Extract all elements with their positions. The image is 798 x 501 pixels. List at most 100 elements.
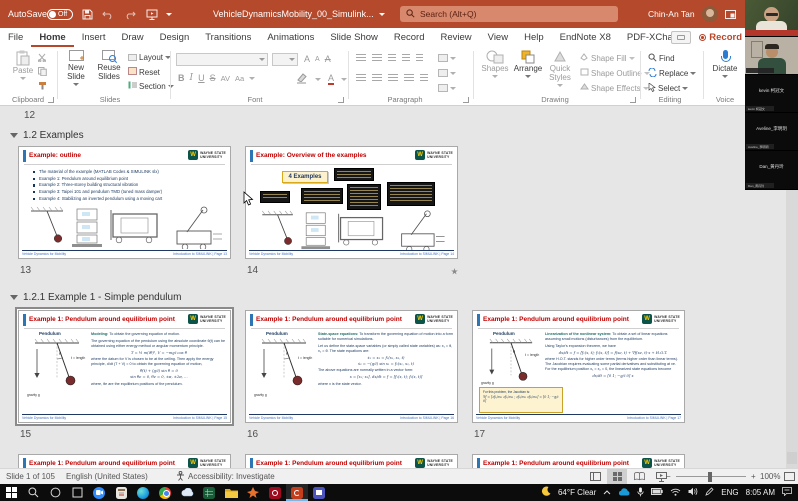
weather-text[interactable]: 64°F Clear (558, 488, 596, 497)
avatar[interactable] (702, 0, 718, 28)
bullets-icon[interactable] (356, 54, 366, 62)
acrobat-button[interactable] (264, 484, 286, 501)
participant-video-tile[interactable] (745, 0, 798, 37)
search-bar[interactable] (400, 6, 618, 22)
redo-icon[interactable] (124, 0, 136, 28)
document-title[interactable]: VehicleDynamicsMobility_00_Simulink... (213, 0, 385, 28)
language-status[interactable]: English (United States) (66, 469, 148, 484)
copy-button[interactable] (38, 67, 47, 76)
indent-decrease-icon[interactable] (388, 54, 396, 62)
undo-icon[interactable] (102, 0, 114, 28)
task-view-button[interactable] (66, 484, 88, 501)
change-case-button[interactable]: Aa (235, 74, 244, 83)
zoom-slider-thumb[interactable] (708, 472, 712, 482)
clipboard-dialog-launcher[interactable] (48, 97, 54, 103)
powerpoint-button[interactable] (286, 484, 308, 501)
battery-icon[interactable] (651, 488, 663, 497)
shrink-font-button[interactable]: A (315, 56, 320, 63)
align-text-button[interactable] (438, 69, 456, 77)
drawing-dialog-launcher[interactable] (630, 97, 636, 103)
slide-thumbnail-13[interactable]: Example: outline W WAYNE STATEUNIVERSITY… (18, 146, 231, 259)
pen-icon[interactable] (705, 487, 714, 498)
section-header-example1[interactable]: 1.2.1 Example 1 - Simple pendulum (10, 292, 181, 303)
autosave-toggle[interactable]: Off (47, 0, 73, 28)
participant-audio-tile[interactable]: Aveline_李明玥 Aveline_李明玥 (745, 113, 798, 151)
highlight-pen-icon[interactable] (296, 73, 308, 86)
start-button[interactable] (0, 484, 22, 501)
find-button[interactable]: Find (648, 53, 675, 64)
tray-expand-chevron[interactable] (603, 488, 611, 497)
participant-video-tile[interactable] (745, 37, 798, 75)
excel-button[interactable] (198, 484, 220, 501)
slide-thumbnail-16[interactable]: Example 1: Pendulum around equilibrium p… (245, 310, 458, 423)
tab-review[interactable]: Review (433, 28, 480, 47)
tab-insert[interactable]: Insert (74, 28, 114, 47)
tab-transitions[interactable]: Transitions (197, 28, 259, 47)
strikethrough-button[interactable]: S (210, 73, 216, 83)
bold-button[interactable]: B (178, 73, 185, 83)
reset-button[interactable]: Reset (128, 67, 160, 77)
clock[interactable]: 8:05 AM (746, 488, 775, 497)
zoom-in-button[interactable]: + (751, 469, 756, 484)
paragraph-dialog-launcher[interactable] (463, 97, 469, 103)
file-explorer-button[interactable] (220, 484, 242, 501)
teams-button[interactable] (308, 484, 330, 501)
paste-button[interactable]: Paste (8, 50, 38, 80)
zoom-out-button[interactable]: − (666, 469, 671, 484)
dictate-button[interactable]: Dictate (708, 50, 742, 78)
indent-increase-icon[interactable] (402, 54, 410, 62)
slide-thumbnail-20[interactable]: Example 1: Pendulum around equilibrium p… (472, 454, 685, 468)
zoom-slider[interactable] (676, 469, 746, 484)
normal-view-button[interactable] (585, 469, 605, 484)
slide-thumbnail-17[interactable]: Example 1: Pendulum around equilibrium p… (472, 310, 685, 423)
tab-endnote[interactable]: EndNote X8 (552, 28, 619, 47)
matlab-button[interactable] (242, 484, 264, 501)
tab-draw[interactable]: Draw (113, 28, 151, 47)
replace-button[interactable]: Replace (648, 68, 696, 79)
font-name-select[interactable] (176, 53, 268, 66)
taskbar-search-button[interactable] (22, 484, 44, 501)
toolbar-options-caret[interactable] (166, 0, 172, 28)
tab-slide-show[interactable]: Slide Show (322, 28, 386, 47)
user-name[interactable]: Chin-An Tan (648, 0, 695, 28)
align-center-icon[interactable] (372, 74, 382, 82)
font-color-icon[interactable]: A (328, 74, 334, 85)
participant-audio-tile[interactable]: kevin 柯冠文 kevin 柯冠文 (745, 75, 798, 113)
underline-button[interactable]: U (198, 73, 205, 83)
slide-thumbnail-18[interactable]: Example 1: Pendulum around equilibrium p… (18, 454, 231, 468)
font-size-select[interactable] (272, 53, 298, 66)
comments-button[interactable] (671, 31, 691, 44)
tab-record[interactable]: Record (386, 28, 433, 47)
section-button[interactable]: Section (128, 81, 174, 91)
numbering-icon[interactable] (372, 54, 382, 62)
line-spacing-icon[interactable] (416, 54, 423, 62)
edge-button[interactable] (132, 484, 154, 501)
accessibility-status[interactable]: Accessibility: Investigate (176, 469, 275, 484)
format-painter-button[interactable] (38, 81, 48, 90)
align-right-icon[interactable] (388, 74, 398, 82)
italic-button[interactable]: I (190, 73, 194, 83)
input-language[interactable]: ENG (721, 488, 738, 497)
chrome-button[interactable] (154, 484, 176, 501)
microphone-tray-icon[interactable] (637, 487, 644, 499)
wifi-icon[interactable] (670, 488, 681, 498)
font-dialog-launcher[interactable] (338, 97, 344, 103)
tab-animations[interactable]: Animations (259, 28, 322, 47)
tab-file[interactable]: File (0, 28, 31, 47)
slide-thumbnail-14[interactable]: Example: Overview of the examples W WAYN… (245, 146, 458, 259)
record-button[interactable]: Record (699, 32, 742, 43)
fit-to-window-button[interactable] (784, 469, 795, 484)
start-slideshow-icon[interactable] (146, 0, 158, 28)
char-spacing-button[interactable]: AV (221, 74, 230, 83)
text-direction-button[interactable] (438, 54, 456, 62)
volume-icon[interactable] (688, 487, 698, 498)
shape-fill-button[interactable]: Shape Fill (580, 53, 635, 63)
cloud-app-button[interactable] (176, 484, 198, 501)
zoom-app-button[interactable] (88, 484, 110, 501)
quick-styles-button[interactable]: Quick Styles (546, 50, 574, 87)
cortana-button[interactable] (44, 484, 66, 501)
save-icon[interactable] (82, 0, 93, 28)
clear-formatting-button[interactable]: A (325, 54, 331, 64)
new-slide-button[interactable]: New Slide (62, 50, 90, 86)
columns-icon[interactable] (420, 74, 428, 82)
